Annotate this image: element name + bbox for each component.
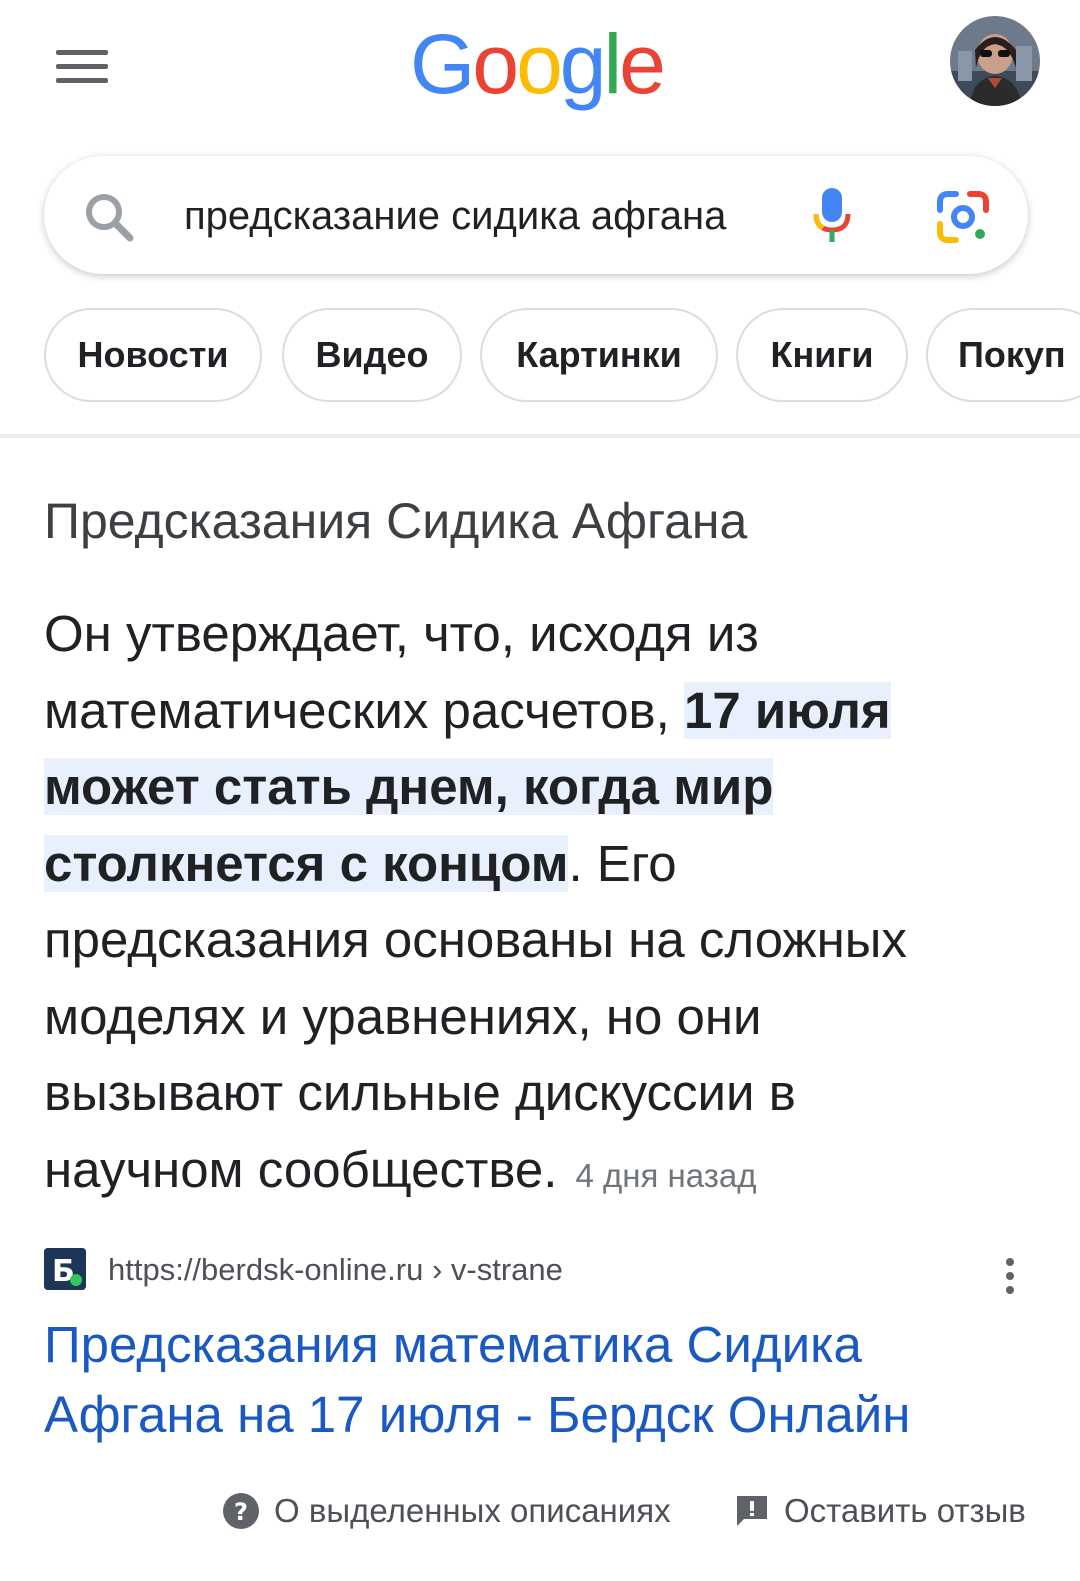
result-title-link[interactable]: Предсказания математика Сидика Афгана на… <box>44 1310 1024 1450</box>
hamburger-menu-icon[interactable] <box>56 50 108 86</box>
logo-letter: e <box>619 17 666 111</box>
chip-video[interactable]: Видео <box>282 308 462 402</box>
user-avatar[interactable] <box>950 16 1040 106</box>
help-icon: ? <box>222 1492 260 1530</box>
search-icon[interactable] <box>82 190 136 244</box>
source-row[interactable]: Б https://berdsk-online.ru › v-strane <box>44 1248 1034 1298</box>
feedback-button[interactable]: Оставить отзыв <box>734 1492 1026 1530</box>
logo-letter: g <box>559 17 607 111</box>
snippet-age: 4 дня назад <box>575 1156 757 1194</box>
top-bar: Google <box>0 0 1080 140</box>
feedback-icon <box>734 1493 770 1529</box>
logo-letter: l <box>603 17 623 111</box>
logo-letter: o <box>516 17 563 111</box>
chip-news[interactable]: Новости <box>44 308 262 402</box>
chip-shopping[interactable]: Покуп <box>926 308 1080 402</box>
snippet-text-before: Он утверждает, что, исходя из математиче… <box>44 605 759 739</box>
snippet-title: Предсказания Сидика Афгана <box>44 493 748 549</box>
google-lens-icon[interactable] <box>934 188 992 246</box>
snippet-footer: ? О выделенных описаниях Оставить отзыв <box>0 1486 1080 1546</box>
chip-books[interactable]: Книги <box>736 308 908 402</box>
search-input[interactable] <box>184 186 770 246</box>
logo-letter: o <box>472 17 519 111</box>
more-vert-icon[interactable] <box>1002 1256 1018 1296</box>
about-snippets-button[interactable]: ? О выделенных описаниях <box>222 1492 671 1530</box>
svg-text:?: ? <box>234 1498 248 1526</box>
snippet-text: Он утверждает, что, исходя из математиче… <box>44 596 1004 1214</box>
logo-letter: G <box>410 17 475 111</box>
about-snippets-label: О выделенных описаниях <box>274 1492 671 1529</box>
site-url[interactable]: https://berdsk-online.ru › v-strane <box>108 1252 563 1288</box>
feedback-label: Оставить отзыв <box>784 1492 1026 1529</box>
site-favicon-icon: Б <box>44 1248 86 1290</box>
divider <box>0 434 1080 438</box>
microphone-icon[interactable] <box>810 186 854 246</box>
google-logo[interactable]: Google <box>410 17 666 111</box>
chip-images[interactable]: Картинки <box>480 308 718 402</box>
